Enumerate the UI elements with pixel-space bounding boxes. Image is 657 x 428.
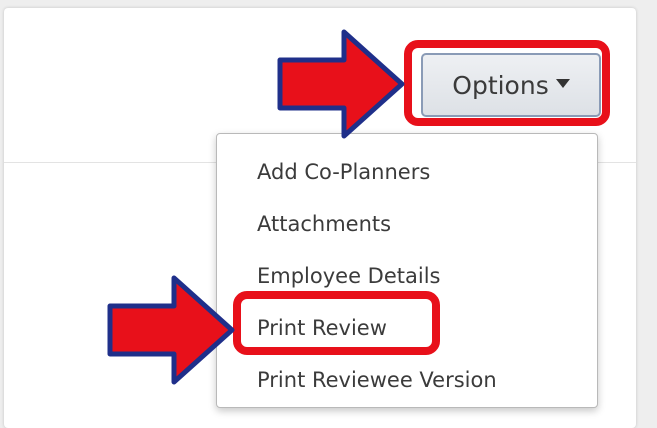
menu-item-attachments[interactable]: Attachments xyxy=(257,210,391,238)
print-review-highlight-box xyxy=(233,291,440,355)
menu-item-print-reviewee-version[interactable]: Print Reviewee Version xyxy=(257,366,497,394)
options-dropdown-menu: Add Co-Planners Attachments Employee Det… xyxy=(216,133,598,408)
menu-item-employee-details[interactable]: Employee Details xyxy=(257,262,440,290)
arrow-right-icon xyxy=(277,29,405,139)
arrow-right-icon xyxy=(107,275,235,385)
menu-item-add-co-planners[interactable]: Add Co-Planners xyxy=(257,158,430,186)
options-highlight-box xyxy=(404,40,610,126)
